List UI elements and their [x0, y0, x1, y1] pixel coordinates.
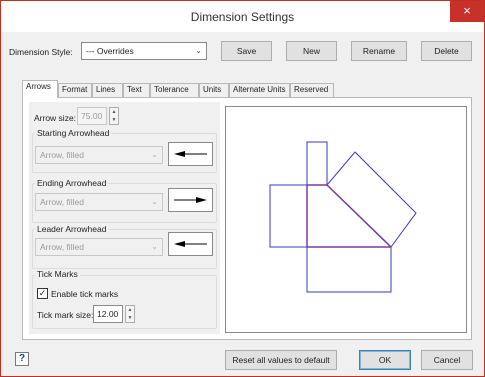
leader-arrowhead-title: Leader Arrowhead [35, 224, 109, 234]
arrow-left-icon [174, 151, 207, 157]
tab-text[interactable]: Text [123, 83, 150, 97]
tab-alternate-units[interactable]: Alternate Units [229, 83, 290, 97]
dimension-preview [225, 106, 467, 333]
tick-mark-size-label: Tick mark size: [37, 310, 94, 320]
chevron-down-icon: ⌄ [195, 46, 202, 55]
starting-arrow-preview [168, 142, 213, 166]
dimension-style-value: --- Overrides [86, 46, 134, 56]
dialog-title: Dimension Settings [190, 10, 295, 24]
dimension-style-select[interactable]: --- Overrides ⌄ [81, 42, 207, 60]
arrow-size-field[interactable]: 75.00 [77, 107, 107, 125]
starting-arrowhead-title: Starting Arrowhead [35, 128, 112, 138]
reset-defaults-button[interactable]: Reset all values to default [225, 350, 337, 370]
new-button[interactable]: New [286, 41, 337, 61]
tab-units[interactable]: Units [199, 83, 229, 97]
tick-mark-size-field[interactable]: 12.00 [93, 305, 123, 323]
dimension-preview-canvas [269, 141, 417, 293]
chevron-down-icon: ⌄ [151, 150, 158, 159]
ok-button[interactable]: OK [359, 350, 411, 370]
arrow-size-label: Arrow size: [34, 113, 77, 123]
chevron-down-icon: ⌄ [151, 197, 158, 206]
ending-arrowhead-select[interactable]: Arrow, filled ⌄ [35, 193, 163, 211]
delete-button[interactable]: Delete [421, 41, 472, 61]
starting-arrowhead-select[interactable]: Arrow, filled ⌄ [35, 146, 163, 164]
dialog-window: Dimension Settings × Dimension Style: --… [0, 0, 485, 377]
close-button[interactable]: × [450, 1, 484, 22]
enable-tick-marks-label: Enable tick marks [51, 289, 119, 299]
tick-mark-size-stepper[interactable]: ▲ ▼ [125, 305, 135, 323]
leader-arrow-preview [168, 232, 213, 256]
chevron-down-icon: ⌄ [151, 242, 158, 251]
tick-marks-title: Tick Marks [35, 269, 80, 279]
starting-arrowhead-value: Arrow, filled [40, 150, 84, 160]
arrow-left-icon [174, 241, 207, 247]
save-button[interactable]: Save [221, 41, 272, 61]
enable-tick-marks-checkbox[interactable]: ✓ [37, 288, 48, 299]
tab-arrows[interactable]: Arrows [22, 80, 58, 98]
help-button[interactable]: ? [15, 352, 29, 366]
ending-arrow-preview [168, 188, 213, 212]
leader-arrowhead-select[interactable]: Arrow, filled ⌄ [35, 238, 163, 256]
cancel-button[interactable]: Cancel [421, 350, 473, 370]
tab-format[interactable]: Format [58, 83, 92, 97]
rename-button[interactable]: Rename [351, 41, 407, 61]
ending-arrowhead-title: Ending Arrowhead [35, 178, 109, 188]
ending-arrowhead-value: Arrow, filled [40, 197, 84, 207]
tab-lines[interactable]: Lines [92, 83, 123, 97]
leader-arrowhead-value: Arrow, filled [40, 242, 84, 252]
tab-tolerance[interactable]: Tolerance [150, 83, 199, 97]
arrow-size-stepper[interactable]: ▲ ▼ [109, 107, 119, 125]
title-bar: Dimension Settings × [1, 1, 484, 32]
dimension-style-label: Dimension Style: [9, 47, 73, 57]
tab-reserved[interactable]: Reserved [290, 83, 334, 97]
arrow-right-icon [174, 197, 207, 203]
